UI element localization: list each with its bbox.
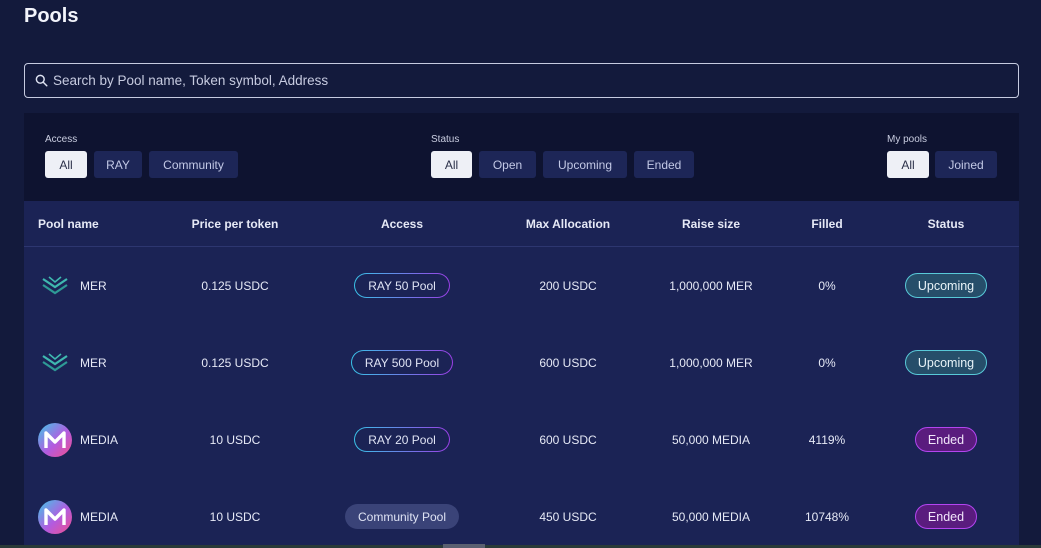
table-row[interactable]: MEDIA 10 USDC Community Pool 450 USDC 50… <box>24 478 1019 548</box>
my-pools-filter-label: My pools <box>887 134 928 145</box>
header-access[interactable]: Access <box>316 217 488 231</box>
status-upcoming-chip[interactable]: Upcoming <box>543 151 627 178</box>
pool-name: MER <box>80 355 107 370</box>
table-header: Pool name Price per token Access Max All… <box>24 201 1019 247</box>
status-filter-label: Status <box>431 134 460 145</box>
media-logo-icon <box>38 422 72 457</box>
status-filter: Status All Open Upcoming Ended <box>431 134 694 178</box>
raise-size: 1,000,000 MER <box>669 278 753 293</box>
filled: 10748% <box>804 509 850 524</box>
pool-name: MER <box>80 278 107 293</box>
price-per-token: 0.125 USDC <box>201 278 269 293</box>
raise-size: 50,000 MEDIA <box>671 509 751 524</box>
header-max-allocation[interactable]: Max Allocation <box>488 217 648 231</box>
table-row[interactable]: MER 0.125 USDC RAY 50 Pool 200 USDC 1,00… <box>24 247 1019 324</box>
price-per-token: 0.125 USDC <box>201 355 269 370</box>
filled: 0% <box>818 278 836 293</box>
my-pools-all-chip[interactable]: All <box>887 151 929 178</box>
filled: 4119% <box>808 432 846 447</box>
pool-name: MEDIA <box>80 432 119 447</box>
status-badge: Ended <box>914 427 978 452</box>
raise-size: 1,000,000 MER <box>669 355 753 370</box>
status-badge: Upcoming <box>904 350 988 375</box>
status-ended-chip[interactable]: Ended <box>634 151 694 178</box>
header-filled[interactable]: Filled <box>774 217 880 231</box>
max-allocation: 600 USDC <box>539 355 597 370</box>
status-all-chip[interactable]: All <box>431 151 472 178</box>
access-badge: RAY 50 Pool <box>354 273 450 298</box>
price-per-token: 10 USDC <box>209 509 261 524</box>
max-allocation: 450 USDC <box>539 509 597 524</box>
search-bar[interactable] <box>24 63 1019 98</box>
my-pools-filter: My pools All Joined <box>887 134 997 178</box>
status-badge: Ended <box>914 504 978 529</box>
access-badge: Community Pool <box>344 504 460 529</box>
media-logo-icon <box>38 499 72 534</box>
page-title: Pools <box>24 5 79 27</box>
header-price[interactable]: Price per token <box>154 217 316 231</box>
pools-table: Pool name Price per token Access Max All… <box>24 201 1019 548</box>
header-raise-size[interactable]: Raise size <box>648 217 774 231</box>
access-filter-label: Access <box>45 134 78 145</box>
filter-panel: Access All RAY Community Status All Open… <box>24 113 1019 201</box>
access-all-chip[interactable]: All <box>45 151 87 178</box>
pool-name: MEDIA <box>80 509 119 524</box>
header-pool-name[interactable]: Pool name <box>24 217 154 231</box>
mer-logo-icon <box>38 269 72 303</box>
header-status[interactable]: Status <box>880 217 1012 231</box>
mer-logo-icon <box>38 346 72 380</box>
access-filter: Access All RAY Community <box>45 134 238 178</box>
access-badge: RAY 500 Pool <box>351 350 453 375</box>
filled: 0% <box>818 355 836 370</box>
access-community-chip[interactable]: Community <box>149 151 238 178</box>
price-per-token: 10 USDC <box>209 432 261 447</box>
raise-size: 50,000 MEDIA <box>671 432 751 447</box>
my-pools-joined-chip[interactable]: Joined <box>935 151 997 178</box>
horizontal-scrollbar[interactable] <box>443 544 485 548</box>
max-allocation: 600 USDC <box>539 432 597 447</box>
status-badge: Upcoming <box>904 273 988 298</box>
search-input[interactable] <box>53 73 993 88</box>
access-badge: RAY 20 Pool <box>354 427 450 452</box>
table-row[interactable]: MER 0.125 USDC RAY 500 Pool 600 USDC 1,0… <box>24 324 1019 401</box>
search-icon <box>35 74 48 87</box>
max-allocation: 200 USDC <box>539 278 597 293</box>
access-ray-chip[interactable]: RAY <box>94 151 142 178</box>
table-row[interactable]: MEDIA 10 USDC RAY 20 Pool 600 USDC 50,00… <box>24 401 1019 478</box>
status-open-chip[interactable]: Open <box>479 151 536 178</box>
